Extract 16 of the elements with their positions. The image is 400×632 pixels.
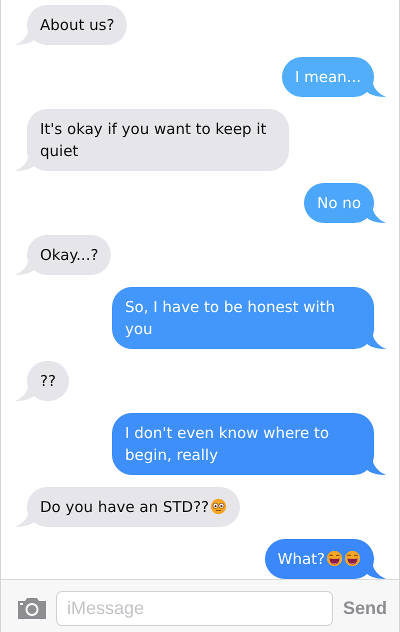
message-input-field[interactable]: iMessage — [56, 590, 333, 626]
camera-icon[interactable] — [16, 596, 48, 620]
flushed-face-icon — [210, 498, 228, 515]
message-text: No no — [317, 194, 361, 212]
message-text: I don't even know where to begin, really — [125, 424, 330, 464]
laughing-face-icon — [344, 550, 361, 567]
message-text: It's okay if you want to keep it quiet — [40, 120, 266, 160]
message-text: Do you have an STD?? — [40, 498, 210, 516]
send-button[interactable]: Send — [340, 594, 389, 622]
laughing-face-icon — [326, 550, 343, 567]
message-text: What? — [278, 550, 325, 568]
message-text: I mean... — [294, 68, 361, 86]
message-text: About us? — [40, 16, 114, 34]
message-text: Okay...? — [40, 246, 98, 264]
message-text: ?? — [40, 372, 56, 390]
message-text: So, I have to be honest with you — [125, 298, 336, 338]
